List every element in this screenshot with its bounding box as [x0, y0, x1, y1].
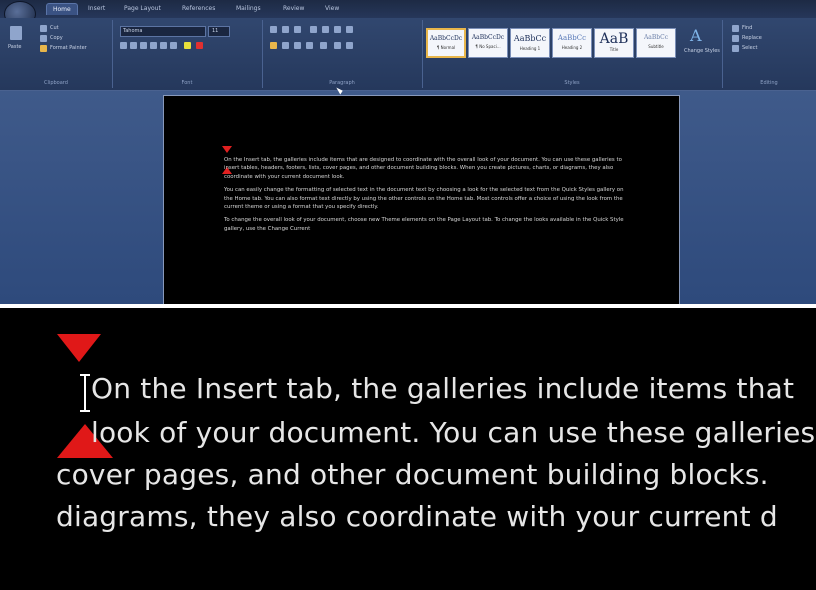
align-right-icon[interactable] [294, 42, 301, 49]
style-sample: AaB [599, 31, 629, 47]
replace-label[interactable]: Replace [742, 35, 762, 41]
format-painter-icon[interactable] [40, 45, 47, 52]
style-sample: AaBbCc [643, 34, 669, 41]
tab-references[interactable]: References [182, 5, 215, 12]
style-sample: AaBbCcDc [429, 35, 463, 42]
tab-mailings[interactable]: Mailings [236, 5, 261, 12]
pilcrow-icon[interactable] [346, 26, 353, 33]
font-name-value: Tahoma [123, 28, 143, 34]
style-heading-2[interactable]: AaBbCc Heading 2 [552, 28, 592, 58]
align-center-icon[interactable] [282, 42, 289, 49]
font-group-label: Font [181, 80, 193, 86]
ribbon: Paste Cut Copy Format Painter Clipboard … [0, 18, 816, 91]
line-spacing-icon[interactable] [320, 42, 327, 49]
editing-group-label: Editing [760, 80, 778, 86]
zoomed-text-line: diagrams, they also coordinate with your… [56, 500, 778, 533]
font-group: Tahoma 11 Font [112, 20, 263, 88]
style-name: ¶ Normal [436, 45, 456, 50]
editing-group: Find Replace Select Editing [722, 20, 816, 88]
paragraph: To change the overall look of your docum… [224, 217, 624, 232]
style-title[interactable]: AaB Title [594, 28, 634, 58]
first-line-indent-marker[interactable] [222, 146, 232, 153]
subscript-icon[interactable] [160, 42, 167, 49]
paste-label[interactable]: Paste [8, 44, 22, 50]
paragraph: You can easily change the formatting of … [224, 187, 624, 211]
paragraph-group-label: Paragraph [329, 80, 355, 86]
justify-icon[interactable] [306, 42, 313, 49]
highlight-icon[interactable] [184, 42, 191, 49]
zoomed-view: On the Insert tab, the galleries include… [0, 308, 816, 590]
bold-icon[interactable] [120, 42, 127, 49]
ribbon-tab-bar: Home Insert Page Layout References Maili… [0, 0, 816, 27]
paste-icon[interactable] [10, 26, 22, 40]
first-line-indent-marker-zoomed[interactable] [57, 334, 101, 362]
increase-indent-icon[interactable] [322, 26, 329, 33]
numbering-icon[interactable] [282, 26, 289, 33]
paragraph-group: Paragraph [262, 20, 423, 88]
align-left-icon[interactable] [270, 42, 277, 49]
font-size-box[interactable]: 11 [208, 26, 230, 37]
superscript-icon[interactable] [170, 42, 177, 49]
styles-group-label: Styles [564, 80, 580, 86]
tab-review[interactable]: Review [283, 5, 304, 12]
format-painter-label[interactable]: Format Painter [50, 45, 87, 51]
shading-icon[interactable] [334, 42, 341, 49]
zoomed-text-line: look of your document. You can use these… [91, 416, 816, 449]
style-name: Subtitle [648, 44, 664, 49]
change-styles-icon: A [690, 26, 702, 45]
document-text[interactable]: On the Insert tab, the galleries include… [224, 156, 624, 238]
strikethrough-icon[interactable] [150, 42, 157, 49]
document-page[interactable]: On the Insert tab, the galleries include… [163, 95, 680, 304]
tab-insert[interactable]: Insert [88, 5, 105, 12]
style-name: Heading 1 [519, 46, 541, 51]
italic-icon[interactable] [130, 42, 137, 49]
font-name-box[interactable]: Tahoma [120, 26, 206, 37]
select-label[interactable]: Select [742, 45, 757, 51]
tab-home[interactable]: Home [46, 3, 78, 15]
text-cursor-icon [80, 374, 90, 412]
tab-view[interactable]: View [325, 5, 339, 12]
borders-icon[interactable] [346, 42, 353, 49]
select-icon[interactable] [732, 45, 739, 52]
decrease-indent-icon[interactable] [310, 26, 317, 33]
style-sample: AaBbCcDc [471, 34, 505, 41]
clipboard-group: Paste Cut Copy Format Painter Clipboard [0, 20, 113, 88]
zoomed-text-line: On the Insert tab, the galleries include… [91, 372, 795, 405]
find-icon[interactable] [732, 25, 739, 32]
style-heading-1[interactable]: AaBbCc Heading 1 [510, 28, 550, 58]
style-name: Title [609, 47, 619, 52]
style-sample: AaBbCc [557, 34, 587, 42]
style-sample: AaBbCc [513, 34, 547, 43]
font-color-icon[interactable] [196, 42, 203, 49]
change-styles-button[interactable]: A Change Styles [684, 26, 720, 64]
word-window: Home Insert Page Layout References Maili… [0, 0, 816, 304]
styles-group: AaBbCcDc ¶ Normal AaBbCcDc ¶ No Spaci...… [422, 20, 723, 88]
font-size-value: 11 [212, 28, 219, 34]
style-subtitle[interactable]: AaBbCc Subtitle [636, 28, 676, 58]
style-name: Heading 2 [561, 45, 583, 50]
replace-icon[interactable] [732, 35, 739, 42]
cut-icon[interactable] [40, 25, 47, 32]
style-no-spacing[interactable]: AaBbCcDc ¶ No Spaci... [468, 28, 508, 58]
multilevel-list-icon[interactable] [294, 26, 301, 33]
style-normal[interactable]: AaBbCcDc ¶ Normal [426, 28, 466, 58]
zoomed-text-line: cover pages, and other document building… [56, 458, 769, 491]
copy-label[interactable]: Copy [50, 35, 63, 41]
sort-icon[interactable] [334, 26, 341, 33]
change-styles-label: Change Styles [684, 48, 720, 54]
cut-label[interactable]: Cut [50, 25, 59, 31]
paragraph: On the Insert tab, the galleries include… [224, 157, 622, 180]
clipboard-group-label: Clipboard [44, 80, 68, 86]
style-name: ¶ No Spaci... [475, 44, 501, 49]
underline-icon[interactable] [140, 42, 147, 49]
bullets-icon[interactable] [270, 26, 277, 33]
tab-page-layout[interactable]: Page Layout [124, 5, 161, 12]
copy-icon[interactable] [40, 35, 47, 42]
find-label[interactable]: Find [742, 25, 752, 31]
